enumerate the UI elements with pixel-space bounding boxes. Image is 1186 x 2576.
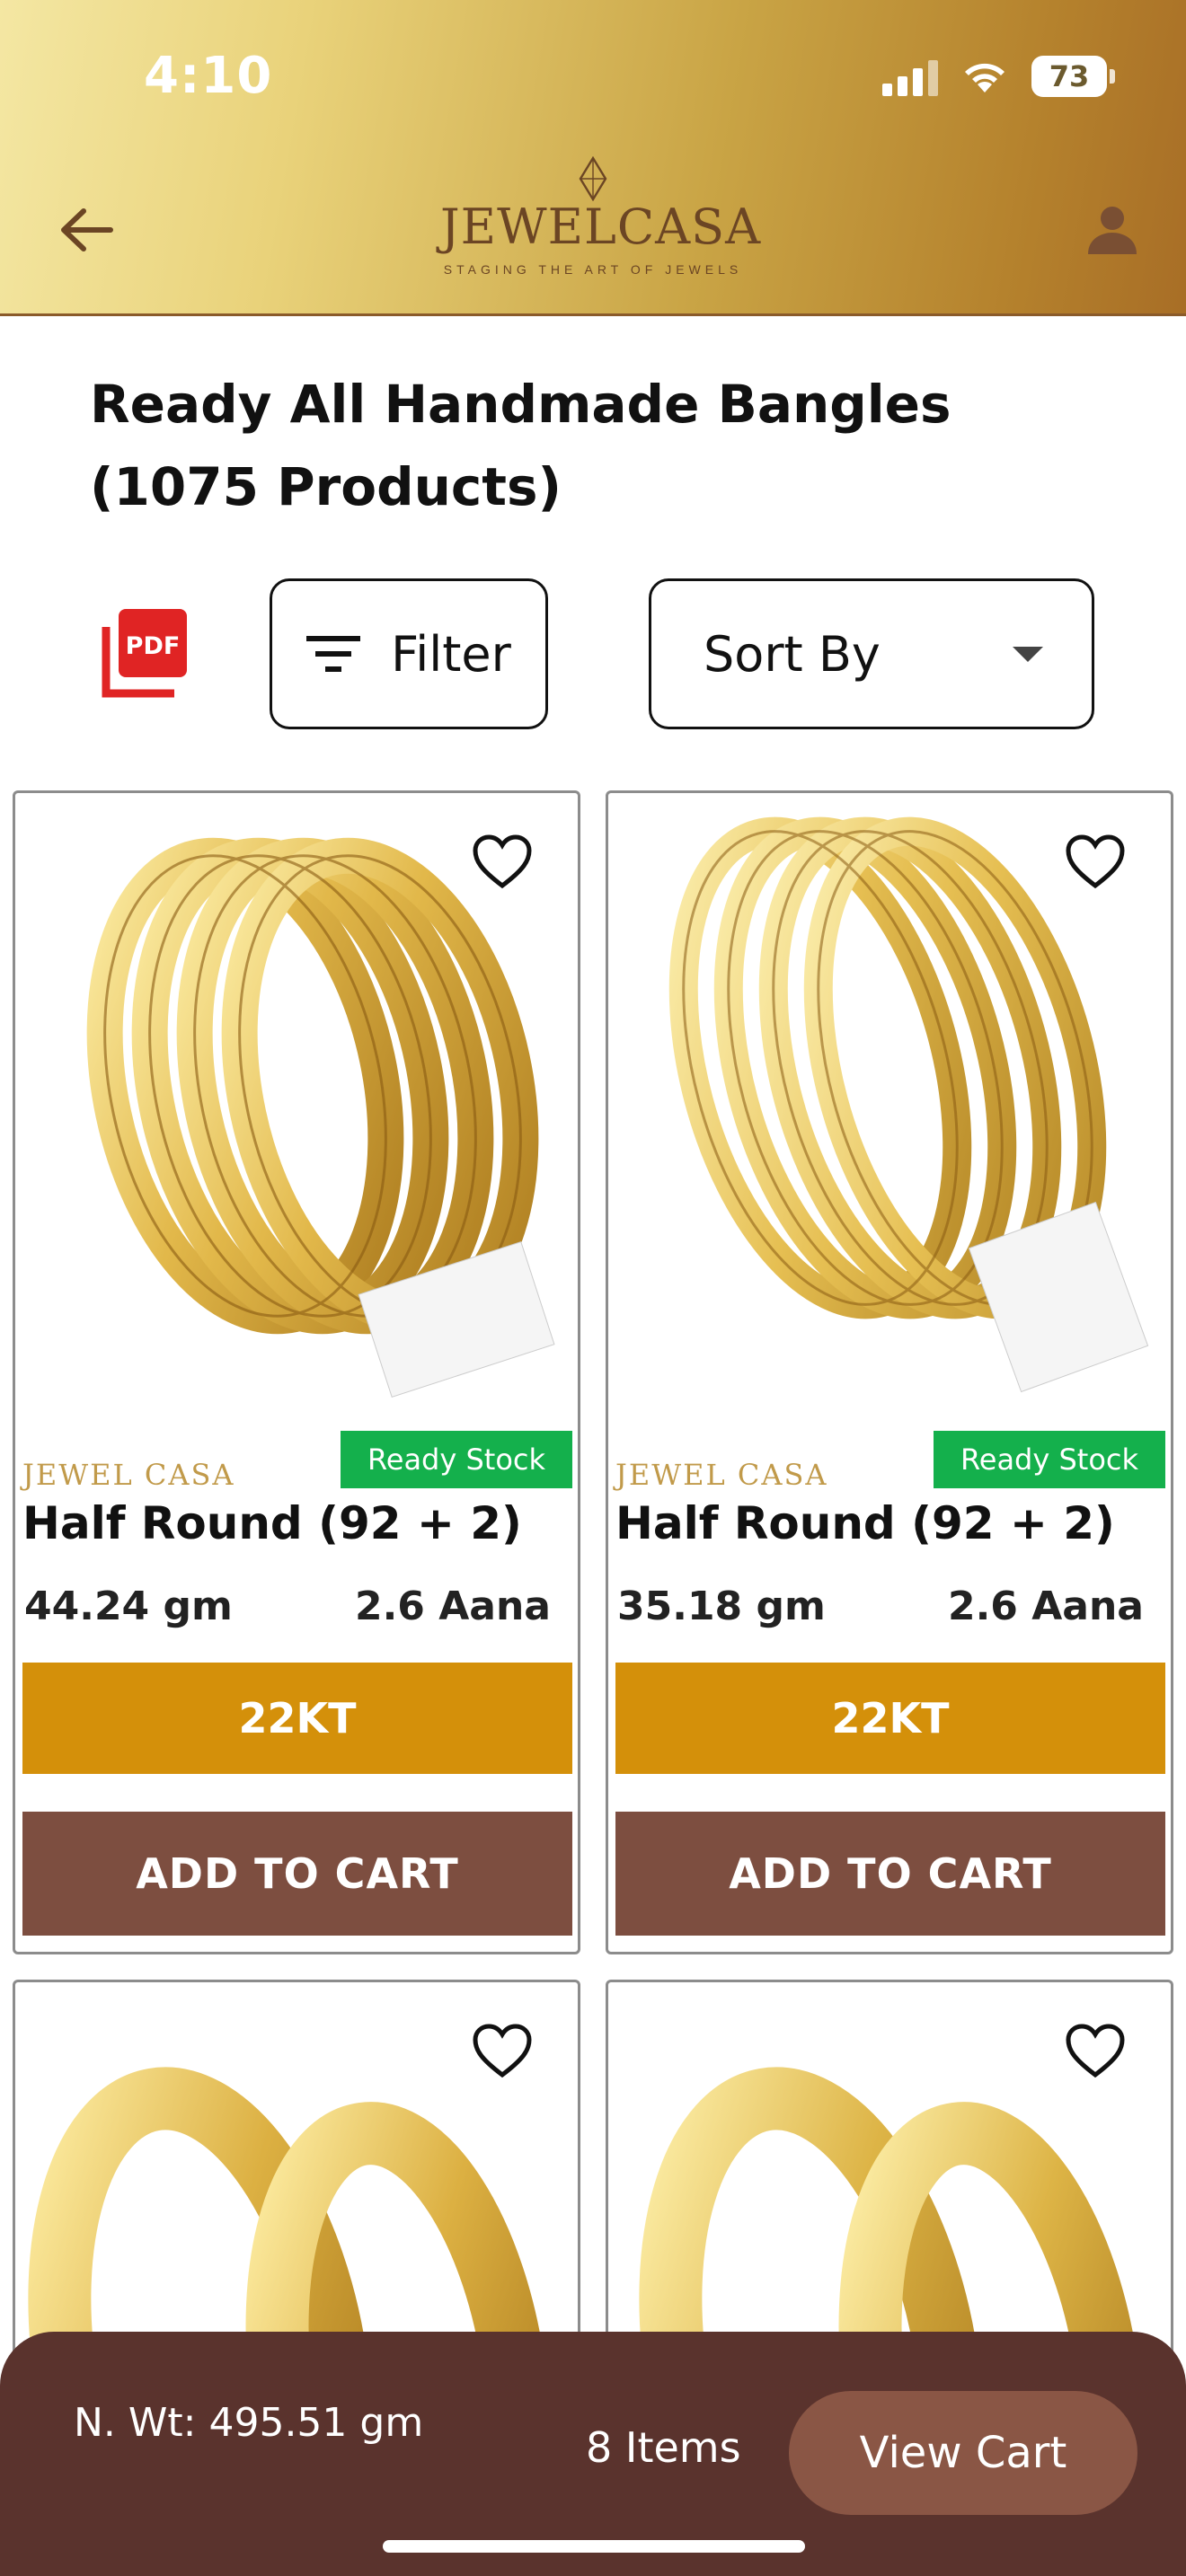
wishlist-button[interactable] <box>1061 827 1129 895</box>
add-to-cart-button[interactable]: ADD TO CART <box>615 1812 1165 1936</box>
wifi-icon <box>965 63 1005 93</box>
home-indicator[interactable] <box>383 2540 805 2553</box>
sort-label: Sort By <box>704 625 881 683</box>
add-to-cart-button[interactable]: ADD TO CART <box>22 1812 572 1936</box>
filter-icon <box>306 636 361 672</box>
product-aana: 2.6 Aana <box>354 1584 551 1629</box>
product-brand: JEWEL CASA <box>22 1458 235 1492</box>
product-aana: 2.6 Aana <box>947 1584 1144 1629</box>
logo-text: JEWELCASA <box>440 198 762 255</box>
user-icon <box>1088 207 1137 254</box>
back-button[interactable] <box>50 194 122 266</box>
status-icons: 73 <box>882 56 1115 97</box>
status-time: 4:10 <box>144 47 273 105</box>
karat-button[interactable]: 22KT <box>615 1663 1165 1774</box>
heart-icon <box>473 834 532 889</box>
karat-button[interactable]: 22KT <box>22 1663 572 1774</box>
pdf-download-button[interactable]: PDF <box>97 605 190 702</box>
stock-badge: Ready Stock <box>341 1431 572 1488</box>
product-weight: 44.24 gm <box>24 1584 233 1629</box>
product-card[interactable]: JEWEL CASA Ready Stock Half Round (92 + … <box>606 790 1173 1954</box>
net-weight: N. Wt: 495.51 gm <box>74 2400 424 2446</box>
chevron-down-icon <box>1013 646 1043 662</box>
profile-button[interactable] <box>1075 192 1150 268</box>
pdf-icon-label: PDF <box>126 632 181 660</box>
heart-icon <box>1066 834 1125 889</box>
filter-button[interactable]: Filter <box>270 578 548 729</box>
pdf-icon: PDF <box>102 609 187 698</box>
wishlist-button[interactable] <box>468 2016 536 2085</box>
product-brand: JEWEL CASA <box>615 1458 828 1492</box>
diamond-icon <box>579 156 607 201</box>
view-cart-button[interactable]: View Cart <box>789 2391 1137 2515</box>
product-name: Half Round (92 + 2) <box>22 1497 522 1549</box>
heart-icon <box>473 2024 532 2078</box>
stock-badge: Ready Stock <box>934 1431 1165 1488</box>
cart-item-count: 8 Items <box>586 2423 741 2472</box>
logo-tagline: STAGING THE ART OF JEWELS <box>443 262 743 277</box>
wishlist-button[interactable] <box>1061 2016 1129 2085</box>
app-header: 4:10 73 JEWELCASA STAGING THE ART OF JEW… <box>0 0 1186 316</box>
page-title: Ready All Handmade Bangles (1075 Product… <box>90 374 951 517</box>
signal-icon <box>882 57 938 96</box>
product-image <box>614 798 1165 1472</box>
back-arrow-icon <box>61 208 113 251</box>
sort-dropdown[interactable]: Sort By <box>649 578 1094 729</box>
product-card[interactable]: JEWEL CASA Ready Stock Half Round (92 + … <box>13 790 580 1954</box>
product-name: Half Round (92 + 2) <box>615 1497 1115 1549</box>
product-weight: 35.18 gm <box>617 1584 826 1629</box>
product-image <box>21 798 572 1472</box>
heart-icon <box>1066 2024 1125 2078</box>
brand-logo: JEWELCASA STAGING THE ART OF JEWELS <box>440 154 762 289</box>
filter-label: Filter <box>391 625 511 683</box>
cart-summary-bar: N. Wt: 495.51 gm 8 Items View Cart <box>0 2332 1186 2576</box>
wishlist-button[interactable] <box>468 827 536 895</box>
battery-icon: 73 <box>1031 56 1115 97</box>
